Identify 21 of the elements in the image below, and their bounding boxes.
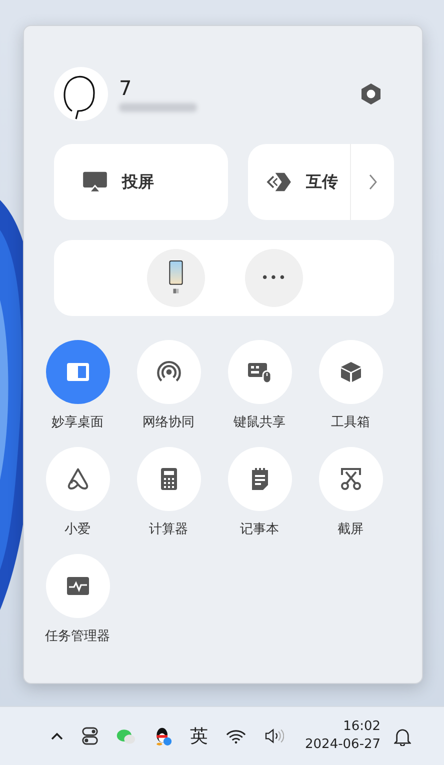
tile-label: 任务管理器 xyxy=(45,628,110,645)
clock[interactable]: 16:02 2024-06-27 xyxy=(305,718,381,754)
tile-label: 工具箱 xyxy=(331,414,370,431)
scissors-icon xyxy=(338,467,362,491)
cube-icon xyxy=(338,360,362,384)
cast-button[interactable]: 投屏 xyxy=(54,144,228,220)
input-method-indicator[interactable]: 英 xyxy=(181,716,217,756)
tile-label: 记事本 xyxy=(240,521,279,538)
screen-cast-icon xyxy=(82,171,108,193)
user-name: 7 xyxy=(119,76,133,98)
tile-label: 计算器 xyxy=(149,521,188,538)
tile-label: 截屏 xyxy=(338,521,364,538)
panel-icon xyxy=(66,360,90,384)
tile-label: 妙享桌面 xyxy=(52,414,104,431)
tile-label: 键鼠共享 xyxy=(234,414,286,431)
diamond-arrows-icon xyxy=(266,171,292,193)
more-button[interactable]: ••• xyxy=(245,249,303,307)
tile-label: 小爱 xyxy=(64,521,90,538)
tile-label: 网络协同 xyxy=(142,414,194,431)
keyboard-mouse-icon xyxy=(246,360,272,384)
pulse-monitor-icon xyxy=(66,574,90,598)
